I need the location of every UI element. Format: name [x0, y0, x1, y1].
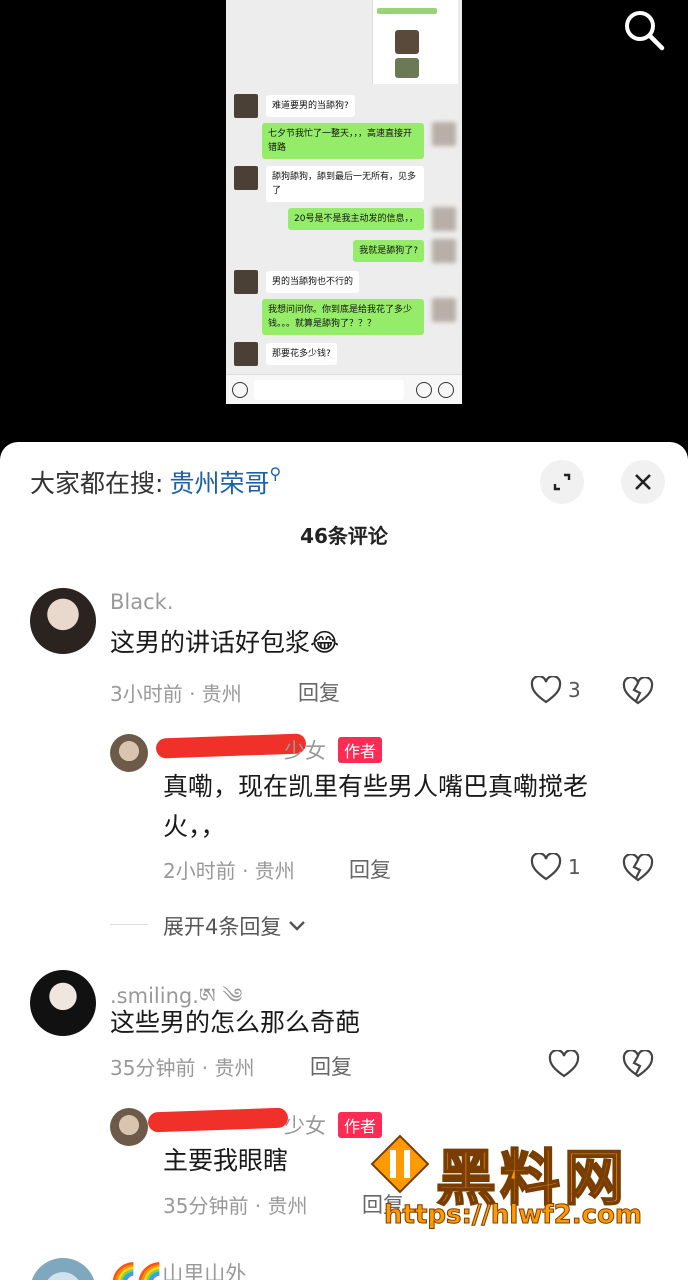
comment-nickname[interactable]: 少女 — [284, 735, 326, 765]
like-count: 3 — [568, 678, 581, 702]
avatar[interactable] — [30, 588, 96, 654]
avatar[interactable] — [30, 970, 96, 1036]
chat-message: 那要花多少钱? — [266, 343, 337, 365]
comment-text: 真嘞，现在凯里有些男人嘴巴真嘞搅老 — [163, 772, 589, 801]
chat-message: 舔狗舔狗，舔到最后一无所有，见多了 — [266, 166, 424, 202]
comment-meta: 35分钟前 · 贵州 — [110, 1056, 255, 1080]
watermark-logo-icon — [370, 1134, 430, 1194]
chevron-down-icon — [289, 921, 306, 931]
comment-text: 火，， — [163, 812, 226, 841]
heart-icon — [530, 853, 562, 881]
comment-meta: 35分钟前 · 贵州 — [163, 1194, 308, 1218]
chat-message: 难道要男的当舔狗? — [266, 95, 355, 117]
like-button[interactable]: 1 — [530, 853, 581, 881]
like-count: 1 — [568, 855, 581, 879]
search-suggestion[interactable]: 大家都在搜: 贵州荣哥⚲ — [30, 464, 281, 500]
like-button[interactable]: 3 — [530, 676, 581, 704]
search-suggestion-prefix: 大家都在搜: — [30, 469, 164, 498]
reply-button[interactable]: 回复 — [349, 854, 391, 884]
emoji-icon — [416, 382, 432, 398]
chat-avatar — [234, 94, 258, 118]
comment-nickname[interactable]: 🌈🌈山里山外 — [110, 1258, 246, 1280]
chat-message: 男的当舔狗也不行的 — [266, 271, 360, 293]
expand-replies-button[interactable]: 展开4条回复 — [163, 911, 307, 941]
redaction-mark — [147, 1107, 289, 1133]
comment-meta: 3小时前 · 贵州 — [110, 682, 242, 706]
broken-heart-icon[interactable] — [622, 677, 654, 705]
reply-button[interactable]: 回复 — [298, 677, 340, 707]
voice-icon — [232, 382, 248, 398]
chat-input-bar — [226, 374, 462, 404]
expand-sheet-button[interactable] — [540, 460, 584, 504]
author-badge: 作者 — [338, 737, 383, 763]
search-small-icon: ⚲ — [269, 464, 282, 483]
chat-message: 我想问问你。你到底是给我花了多少钱。。。就算是舔狗了？？？ — [262, 299, 424, 335]
comment-meta: 2小时前 · 贵州 — [163, 859, 295, 883]
chat-avatar — [234, 166, 258, 190]
heart-icon — [530, 676, 562, 704]
close-button[interactable] — [621, 460, 665, 504]
comment-text: 主要我眼瞎 — [163, 1146, 289, 1175]
chat-message: 七夕节我忙了一整天，，，高速直接开错路 — [262, 123, 424, 159]
chat-screenshot: 难道要男的当舔狗? 七夕节我忙了一整天，，，高速直接开错路 舔狗舔狗，舔到最后一… — [226, 0, 462, 404]
comment-count: 46条评论 — [300, 524, 388, 548]
avatar[interactable] — [110, 1108, 148, 1146]
reply-button[interactable]: 回复 — [310, 1051, 352, 1081]
chat-message: 我就是舔狗了? — [353, 240, 424, 262]
comment-sheet: 大家都在搜: 贵州荣哥⚲ 46条评论 Black. 这男的讲话好包浆😂 3小时前 … — [0, 442, 688, 1280]
chat-avatar-self — [432, 122, 456, 146]
comment-nickname[interactable]: Black. — [110, 590, 174, 614]
video-area[interactable]: 难道要男的当舔狗? 七夕节我忙了一整天，，，高速直接开错路 舔狗舔狗，舔到最后一… — [0, 0, 688, 450]
watermark-url: https://hlwf2.com — [384, 1200, 643, 1231]
divider — [110, 924, 148, 925]
comment-nickname[interactable]: 少女 — [284, 1110, 326, 1140]
comment-text: 这些男的怎么那么奇葩 — [110, 1008, 361, 1037]
heart-icon[interactable] — [548, 1050, 580, 1078]
search-icon[interactable] — [622, 8, 666, 52]
search-suggestion-keyword[interactable]: 贵州荣哥 — [169, 469, 269, 498]
expand-icon — [553, 473, 571, 491]
broken-heart-icon[interactable] — [622, 854, 654, 882]
chat-avatar-self — [432, 207, 456, 231]
close-icon — [635, 474, 651, 490]
chat-avatar — [234, 270, 258, 294]
avatar[interactable] — [110, 734, 148, 772]
broken-heart-icon[interactable] — [622, 1050, 654, 1078]
plus-icon — [438, 382, 454, 398]
chat-avatar-self — [432, 298, 456, 322]
chat-avatar-self — [432, 239, 456, 263]
chat-message: 20号是不是我主动发的信息，， — [288, 208, 424, 230]
expand-replies-label: 展开4条回复 — [163, 915, 282, 939]
comment-text: 这男的讲话好包浆😂 — [110, 628, 340, 657]
chat-avatar — [234, 342, 258, 366]
avatar[interactable] — [30, 1258, 96, 1280]
chat-top-strip — [372, 0, 458, 84]
